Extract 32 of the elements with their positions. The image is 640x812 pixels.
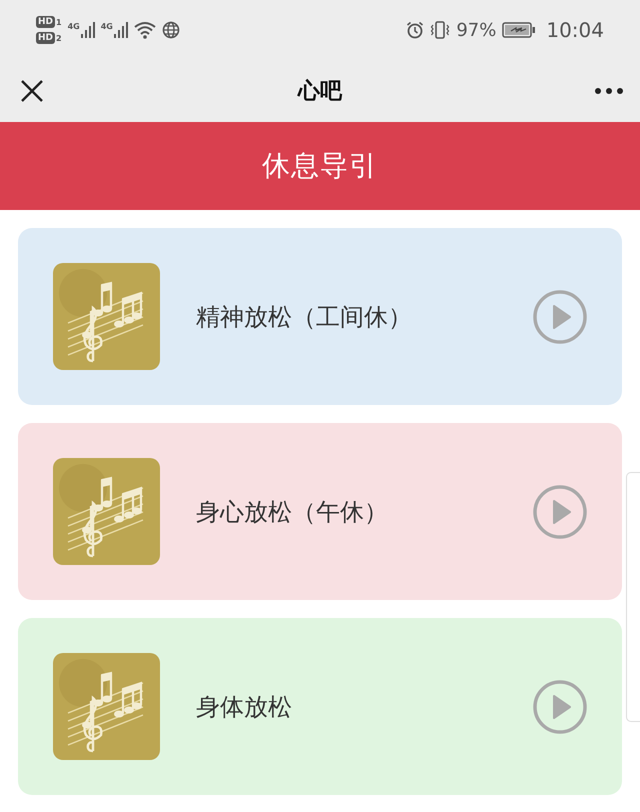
- network-type: 4G: [68, 22, 80, 31]
- globe-icon: [162, 21, 180, 39]
- play-button[interactable]: [532, 678, 588, 734]
- track-title: 精神放松（工间休）: [196, 302, 413, 332]
- clock-time: 10:04: [546, 18, 604, 42]
- banner-title: 休息导引: [262, 148, 378, 184]
- sim-slot: 2: [56, 34, 62, 42]
- hd-badge: HD: [36, 32, 56, 44]
- track-card[interactable]: 身体放松: [18, 618, 622, 795]
- more-button[interactable]: [594, 87, 624, 95]
- close-button[interactable]: [20, 79, 44, 103]
- scrollbar[interactable]: [626, 472, 640, 722]
- network-type: 4G: [100, 22, 113, 31]
- music-notes-icon: [53, 458, 160, 565]
- music-notes-icon: [53, 263, 160, 370]
- page-title: 心吧: [298, 78, 342, 106]
- track-card[interactable]: 身心放松（午休）: [18, 423, 622, 600]
- alarm-icon: [406, 21, 424, 39]
- signal-icon: [80, 22, 95, 38]
- track-title: 身体放松: [196, 692, 293, 722]
- play-button[interactable]: [532, 484, 588, 540]
- wifi-icon: [134, 21, 156, 39]
- track-card[interactable]: 精神放松（工间休）: [18, 228, 622, 405]
- signal-icon: [114, 22, 128, 38]
- music-notes-icon: [53, 653, 160, 760]
- hd-badge: HD: [36, 16, 56, 28]
- vibrate-icon: [430, 20, 450, 40]
- track-title: 身心放松（午休）: [196, 496, 389, 528]
- play-button[interactable]: [532, 288, 588, 344]
- sim-slot: 1: [56, 18, 62, 26]
- battery-charging-icon: [502, 22, 536, 38]
- battery-percent: 97%: [456, 20, 496, 40]
